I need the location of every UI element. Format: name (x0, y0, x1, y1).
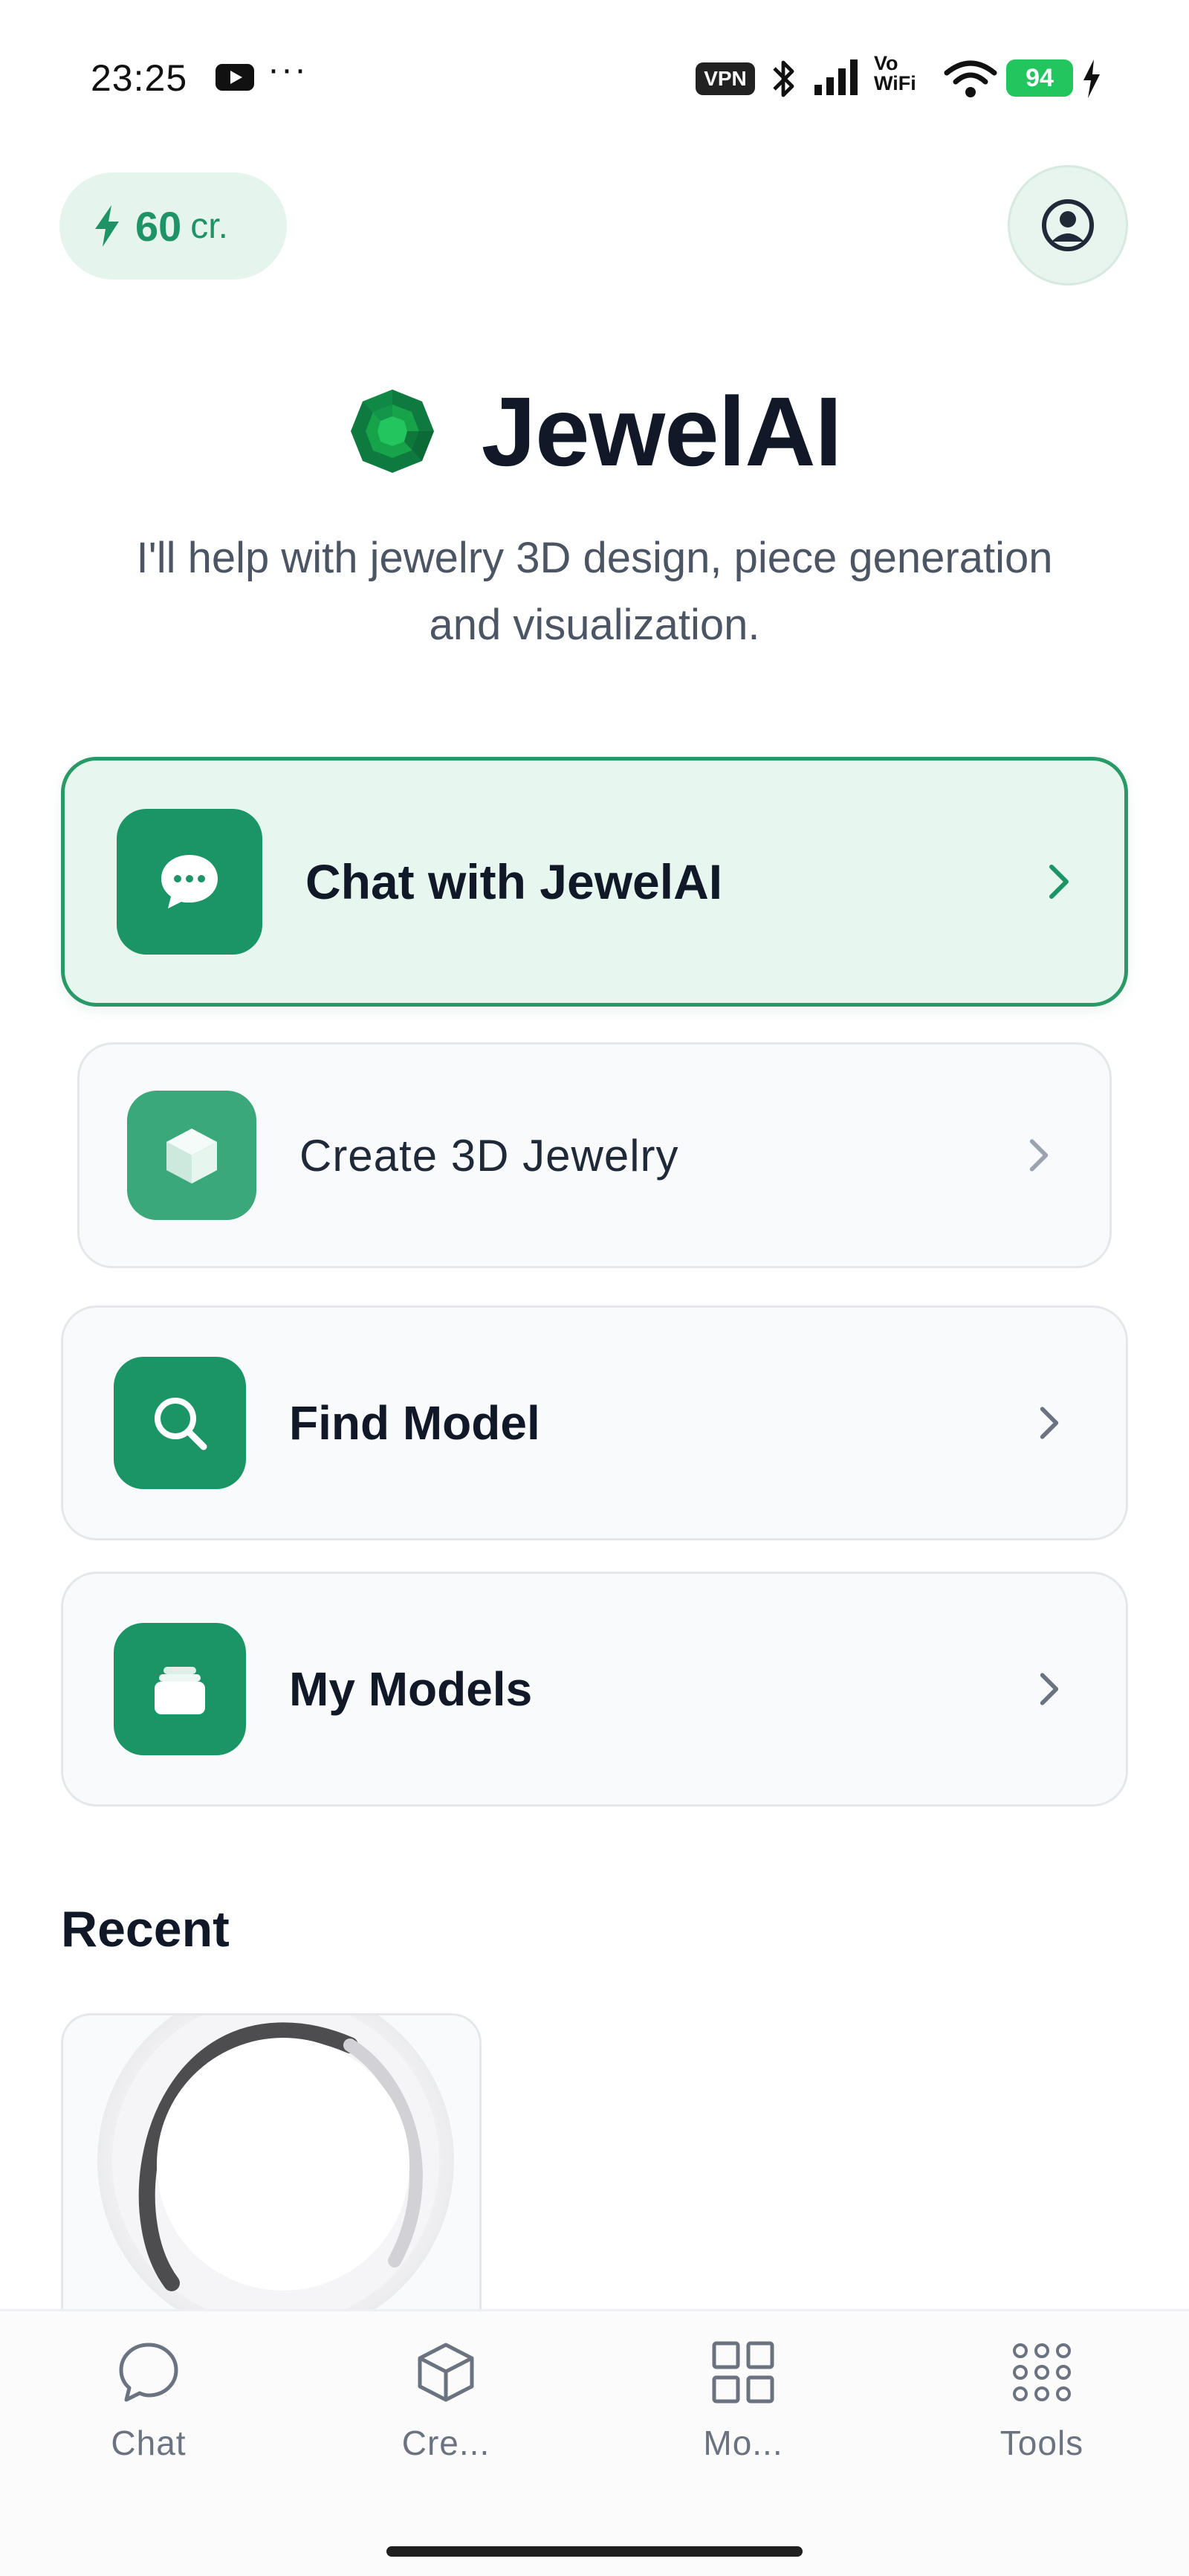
stack-icon (114, 1623, 246, 1755)
profile-button[interactable] (1008, 165, 1128, 285)
chat-bubble-icon (115, 2335, 182, 2409)
nav-label-create: Cre... (401, 2424, 490, 2462)
lightning-icon (95, 205, 119, 247)
cube-icon (127, 1091, 256, 1220)
cube-outline-icon (412, 2335, 479, 2409)
battery-indicator: 94 (1006, 59, 1073, 97)
nav-tab-chat[interactable]: Chat (45, 2331, 253, 2509)
app-title: JewelAI (481, 376, 843, 486)
credits-unit: cr. (190, 206, 228, 246)
credits-amount: 60 (135, 202, 182, 250)
nav-tab-create[interactable]: Cre... (342, 2331, 550, 2509)
hero-header: JewelAI (0, 372, 1189, 491)
create-3d-jewelry-button[interactable]: Create 3D Jewelry (77, 1042, 1112, 1268)
app-screen: 23:25 ··· VPN Vo WiFi 94 60 cr. JewelAI … (0, 0, 1189, 2576)
nav-label-tools: Tools (1000, 2424, 1084, 2462)
chat-dots-icon (117, 809, 262, 955)
create-card-label: Create 3D Jewelry (299, 1130, 679, 1181)
nav-label-chat: Chat (111, 2424, 187, 2462)
vowifi-top: Vo (874, 52, 898, 74)
grid-icon (710, 2335, 777, 2409)
more-notifications-icon: ··· (268, 50, 308, 89)
ring-thumbnail (97, 2015, 454, 2340)
models-card-label: My Models (289, 1662, 533, 1716)
user-circle-icon (1042, 199, 1094, 251)
youtube-icon (216, 64, 254, 91)
app-subtitle: I'll help with jewelry 3D design, piece … (136, 534, 1053, 649)
chat-card-label: Chat with JewelAI (305, 854, 723, 909)
my-models-button[interactable]: My Models (61, 1572, 1128, 1807)
home-indicator[interactable] (386, 2546, 803, 2557)
search-icon (114, 1357, 246, 1489)
credits-badge[interactable]: 60 cr. (59, 172, 287, 280)
emerald-logo-icon (350, 390, 434, 473)
find-model-button[interactable]: Find Model (61, 1305, 1128, 1540)
wifi-icon (944, 60, 997, 97)
charging-icon (1083, 59, 1100, 98)
bluetooth-icon (773, 60, 794, 97)
chat-with-jewelai-button[interactable]: Chat with JewelAI (61, 757, 1128, 1007)
vowifi-bottom: WiFi (874, 72, 916, 94)
nav-tab-tools[interactable]: Tools (938, 2331, 1146, 2509)
vowifi-indicator: Vo WiFi (874, 54, 916, 94)
bottom-navigation: Chat Cre... Mo... Tools (0, 2309, 1189, 2576)
status-time: 23:25 (91, 57, 188, 99)
find-card-label: Find Model (289, 1396, 540, 1450)
chevron-right-icon (1040, 1407, 1059, 1439)
chevron-right-icon (1049, 865, 1069, 899)
recent-section-title: Recent (61, 1901, 230, 1957)
signal-icon (814, 59, 858, 95)
vpn-badge: VPN (696, 62, 755, 95)
nav-tab-models[interactable]: Mo... (639, 2331, 847, 2509)
chevron-right-icon (1029, 1139, 1049, 1172)
status-bar: 23:25 ··· VPN Vo WiFi 94 (0, 0, 1189, 149)
dots-grid-icon (1008, 2335, 1075, 2409)
nav-label-models: Mo... (703, 2424, 783, 2462)
chevron-right-icon (1040, 1673, 1059, 1705)
